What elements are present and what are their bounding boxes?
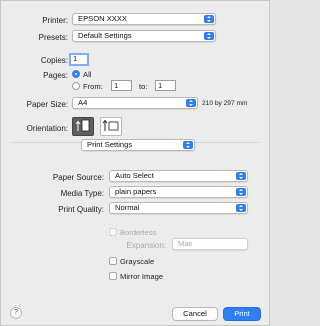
landscape-orientation-icon — [102, 119, 119, 131]
borderless-checkbox[interactable] — [109, 228, 117, 236]
media-type-select[interactable]: plain papers — [109, 186, 248, 198]
print-button[interactable]: Print — [223, 307, 261, 321]
print-quality-value: Normal — [115, 203, 140, 212]
pages-label: Pages: — [43, 71, 68, 80]
paper-source-value: Auto Select — [115, 171, 154, 180]
expansion-value: Max — [178, 239, 193, 248]
print-quality-select[interactable]: Normal — [109, 202, 248, 214]
grayscale-label: Grayscale — [120, 257, 155, 266]
popup-arrows-icon — [204, 32, 214, 40]
popup-arrows-icon — [183, 141, 193, 149]
panel-menu-value: Print Settings — [87, 140, 133, 149]
pages-from-label: From: — [83, 82, 103, 91]
expansion-select[interactable]: Max — [172, 238, 248, 250]
copies-label: Copies: — [40, 56, 68, 65]
paper-size-select[interactable]: A4 — [72, 97, 198, 109]
popup-arrows-icon — [186, 99, 196, 107]
panel-menu-select[interactable]: Print Settings — [81, 139, 195, 151]
paper-size-dimensions: 210 by 297 mm — [202, 100, 248, 107]
media-type-value: plain papers — [115, 187, 157, 196]
presets-label: Presets: — [38, 33, 68, 42]
popup-arrows-icon — [236, 204, 246, 212]
pages-all-label: All — [83, 70, 92, 79]
borderless-label: Borderless — [120, 228, 157, 237]
copies-field[interactable]: 1 — [69, 53, 89, 66]
orientation-label: Orientation: — [26, 124, 68, 133]
presets-value: Default Settings — [78, 31, 132, 40]
help-button[interactable]: ? — [10, 307, 22, 319]
print-quality-label: Print Quality: — [58, 205, 104, 214]
paper-size-value: A4 — [78, 98, 88, 107]
mirror-image-checkbox[interactable] — [109, 272, 117, 280]
pages-to-field[interactable]: 1 — [155, 80, 176, 91]
print-dialog: Printer: EPSON XXXX Presets: Default Set… — [0, 0, 270, 326]
pages-from-field[interactable]: 1 — [111, 80, 132, 91]
orientation-portrait-button[interactable] — [72, 117, 94, 136]
popup-arrows-icon — [236, 188, 246, 196]
pages-to-label: to: — [139, 82, 148, 91]
paper-source-select[interactable]: Auto Select — [109, 170, 248, 182]
mirror-image-label: Mirror Image — [120, 272, 164, 281]
printer-value: EPSON XXXX — [78, 14, 127, 23]
popup-arrows-icon — [236, 172, 246, 180]
popup-arrows-icon — [204, 15, 214, 23]
printer-label: Printer: — [42, 16, 68, 25]
portrait-orientation-icon — [75, 119, 90, 132]
expansion-label: Expansion: — [126, 241, 166, 250]
paper-source-label: Paper Source: — [52, 173, 104, 182]
pages-from-radio[interactable] — [72, 82, 80, 90]
pages-all-radio[interactable] — [72, 70, 80, 78]
media-type-label: Media Type: — [60, 189, 104, 198]
presets-select[interactable]: Default Settings — [72, 30, 216, 42]
cancel-button[interactable]: Cancel — [172, 307, 218, 321]
orientation-landscape-button[interactable] — [100, 117, 122, 136]
paper-size-label: Paper Size: — [26, 100, 68, 109]
grayscale-checkbox[interactable] — [109, 257, 117, 265]
printer-select[interactable]: EPSON XXXX — [72, 13, 216, 25]
